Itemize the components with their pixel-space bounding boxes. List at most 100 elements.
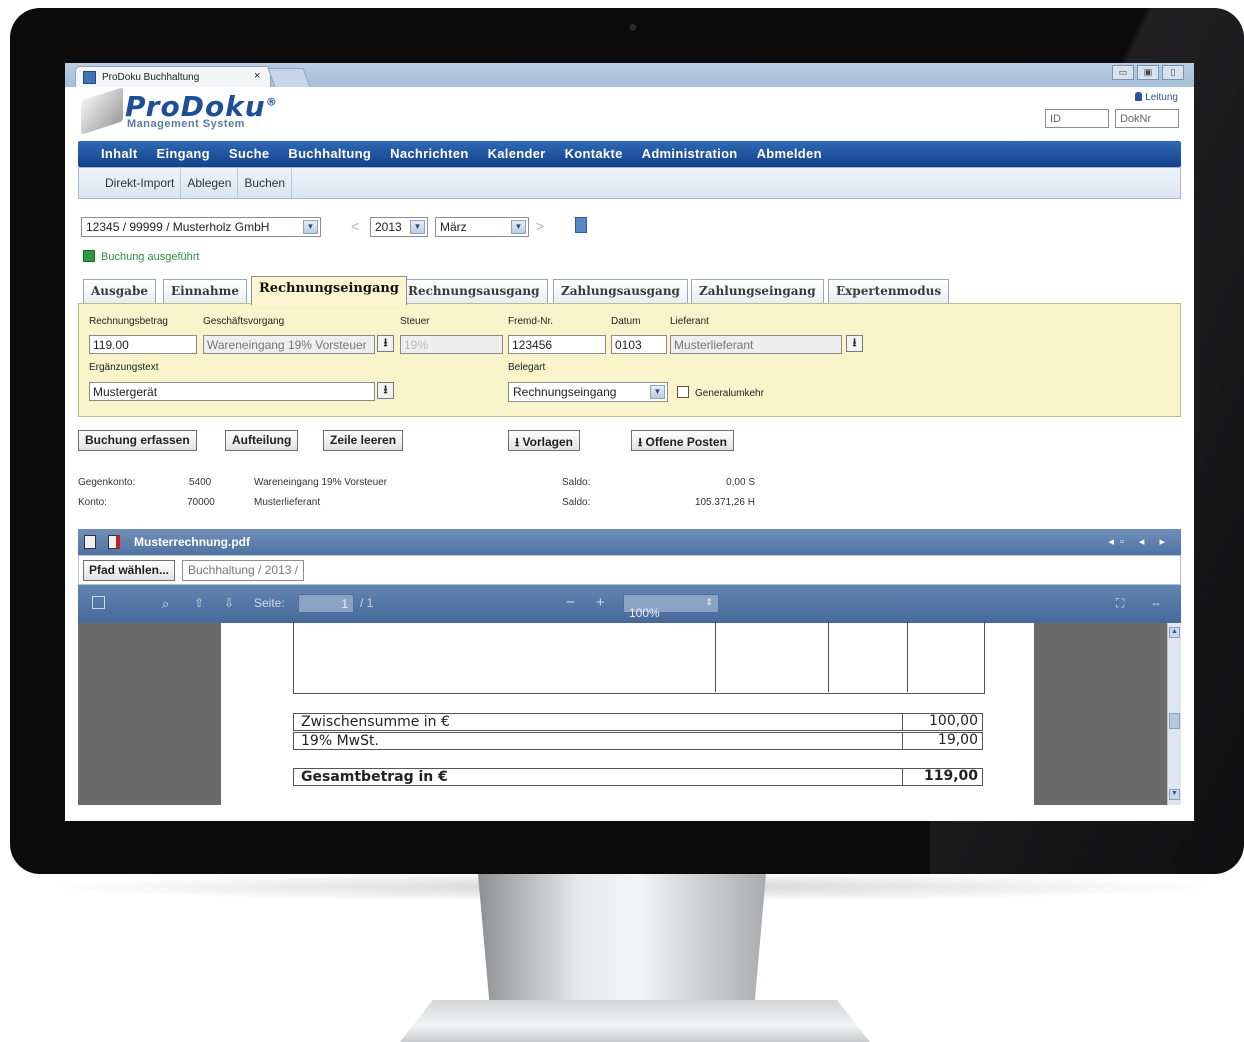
vorlagen-button[interactable]: ⭳ Vorlagen: [508, 430, 581, 451]
nav-kalender[interactable]: Kalender: [488, 141, 546, 167]
konto-saldo: 105.371,26 H: [694, 497, 755, 508]
offene-posten-button[interactable]: ⭳ Offene Posten: [631, 430, 734, 451]
scroll-up-icon[interactable]: ▲: [1169, 627, 1180, 638]
pdf-page-area: Zwischensumme in € 100,00 19% MwSt. 19,0…: [78, 621, 1181, 805]
total-value: 119,00: [902, 768, 982, 786]
nav-inhalt[interactable]: Inhalt: [101, 141, 137, 167]
gegenkonto-saldo-label: Saldo:: [562, 477, 591, 488]
tab-zahlungseingang[interactable]: Zahlungseingang: [691, 279, 824, 304]
fremd-nr-input[interactable]: 123456: [508, 335, 606, 354]
datum-input[interactable]: 0103: [611, 335, 667, 354]
subnav-direkt-import[interactable]: Direkt-Import: [99, 168, 182, 198]
next-month-arrow-icon[interactable]: >: [536, 218, 544, 234]
browser-tab-title: ProDoku Buchhaltung: [102, 72, 200, 83]
account-select-value: 12345 / 99999 / Musterholz GmbH: [86, 220, 270, 234]
geschaeftsvorgang-input[interactable]: Wareneingang 19% Vorsteuer: [203, 335, 375, 354]
month-select[interactable]: März ▼: [435, 217, 529, 237]
search-icon[interactable]: ⌕: [162, 596, 169, 612]
zoom-out-button[interactable]: −: [566, 594, 575, 611]
close-window-icon[interactable]: ▯: [1162, 65, 1184, 80]
page-number-input[interactable]: 1: [298, 594, 354, 613]
chevron-down-icon: ▼: [303, 220, 318, 234]
maximize-icon[interactable]: ▣: [1137, 65, 1159, 80]
zeile-leeren-button[interactable]: Zeile leeren: [323, 430, 404, 451]
nav-administration[interactable]: Administration: [642, 141, 738, 167]
nav-nachrichten[interactable]: Nachrichten: [390, 141, 468, 167]
geschaeftsvorgang-upload-icon[interactable]: ⭳: [377, 335, 394, 352]
fremd-nr-label: Fremd-Nr.: [508, 316, 553, 327]
nav-abmelden[interactable]: Abmelden: [757, 141, 822, 167]
zoom-in-button[interactable]: +: [596, 594, 605, 611]
path-input[interactable]: Buchhaltung / 2013 /: [182, 560, 305, 581]
subtotal-value: 100,00: [902, 713, 982, 731]
zoom-value: 100%: [629, 606, 660, 620]
tab-zahlungsausgang[interactable]: Zahlungsausgang: [553, 279, 688, 304]
month-select-value: März: [440, 220, 467, 234]
fit-width-icon[interactable]: ⇔: [1150, 596, 1162, 610]
gegenkonto-saldo: 0,00 S: [726, 477, 755, 488]
tab-einnahme[interactable]: Einnahme: [163, 279, 247, 304]
page-total: / 1: [360, 596, 374, 610]
screen-bottom-edge: [65, 805, 1194, 821]
ergaenzungstext-upload-icon[interactable]: ⭳: [377, 382, 394, 399]
doknr-search-input[interactable]: DokNr: [1115, 109, 1179, 128]
status-message: Buchung ausgeführt: [83, 250, 199, 263]
tab-expertenmodus[interactable]: Expertenmodus: [828, 279, 950, 304]
ergaenzungstext-input[interactable]: Mustergerät: [89, 382, 375, 401]
main-nav: Inhalt Eingang Suche Buchhaltung Nachric…: [78, 141, 1181, 167]
tab-ausgabe[interactable]: Ausgabe: [83, 279, 156, 304]
viewer-window-controls[interactable]: ◂▫ ◂ ▸: [1108, 535, 1171, 548]
tab-rechnungsausgang[interactable]: Rechnungsausgang: [400, 279, 548, 304]
user-link[interactable]: Leitung: [1135, 92, 1178, 103]
account-select[interactable]: 12345 / 99999 / Musterholz GmbH ▼: [81, 217, 321, 237]
aufteilung-button[interactable]: Aufteilung: [225, 430, 299, 451]
nav-buchhaltung[interactable]: Buchhaltung: [288, 141, 371, 167]
fullscreen-icon[interactable]: ⛶: [1116, 596, 1124, 611]
scroll-thumb[interactable]: [1169, 713, 1180, 729]
subtotal-row: Zwischensumme in € 100,00: [293, 713, 983, 731]
id-search-input[interactable]: ID: [1045, 109, 1109, 128]
lieferant-upload-icon[interactable]: ⭳: [846, 335, 863, 352]
nav-suche[interactable]: Suche: [229, 141, 270, 167]
subnav-buchen[interactable]: Buchen: [238, 168, 293, 198]
browser-tab[interactable]: ProDoku Buchhaltung ×: [75, 66, 271, 87]
lieferant-input[interactable]: Musterlieferant: [670, 335, 842, 354]
nav-eingang[interactable]: Eingang: [156, 141, 209, 167]
rechnungsbetrag-label: Rechnungsbetrag: [89, 316, 168, 327]
year-select-value: 2013: [375, 220, 402, 234]
pfad-waehlen-button[interactable]: Pfad wählen...: [83, 560, 176, 581]
nav-kontakte[interactable]: Kontakte: [565, 141, 623, 167]
pdf-scrollbar[interactable]: ▲ ▼: [1167, 623, 1181, 805]
steuer-select[interactable]: 19%: [400, 335, 503, 354]
new-tab-button[interactable]: [267, 68, 311, 87]
pdf-file-icon[interactable]: [84, 535, 96, 549]
close-tab-icon[interactable]: ×: [254, 70, 260, 82]
rechnungsbetrag-input[interactable]: 119.00: [89, 335, 197, 354]
app-favicon-icon: [83, 71, 96, 84]
scroll-down-icon[interactable]: ▼: [1169, 789, 1180, 800]
booking-form: Rechnungsbetrag Geschäftsvorgang Steuer …: [78, 303, 1181, 417]
chevron-down-icon: ▼: [511, 220, 526, 234]
zoom-select[interactable]: 100% ⇕: [623, 594, 719, 620]
download-icon: ⭳: [638, 435, 643, 449]
arrow-up-icon[interactable]: ⇧: [194, 596, 204, 610]
arrow-down-icon[interactable]: ⇩: [224, 596, 234, 610]
year-select[interactable]: 2013 ▼: [370, 217, 428, 237]
buchung-erfassen-button[interactable]: Buchung erfassen: [78, 430, 197, 451]
logo-tagline: Management System: [127, 118, 245, 130]
pdf-remove-icon[interactable]: [108, 535, 120, 549]
table-column-divider: [907, 621, 908, 692]
monitor-stand-neck: [478, 874, 766, 1004]
calculator-icon[interactable]: [575, 217, 587, 233]
subnav-ablegen[interactable]: Ablegen: [181, 168, 239, 198]
chevron-down-icon: ▼: [410, 220, 425, 234]
belegart-select[interactable]: Rechnungseingang ▼: [508, 382, 668, 402]
status-text: Buchung ausgeführt: [101, 251, 200, 263]
minimize-icon[interactable]: ▭: [1112, 65, 1134, 80]
sidebar-toggle-icon[interactable]: [92, 596, 105, 609]
tab-rechnungseingang[interactable]: Rechnungseingang: [251, 276, 407, 305]
app-screen: ProDoku Buchhaltung × ▭ ▣ ▯ ProDoku® Man…: [65, 63, 1194, 821]
prev-month-arrow-icon[interactable]: <: [351, 218, 359, 234]
konto-saldo-label: Saldo:: [562, 497, 591, 508]
generalumkehr-checkbox[interactable]: [677, 386, 689, 398]
